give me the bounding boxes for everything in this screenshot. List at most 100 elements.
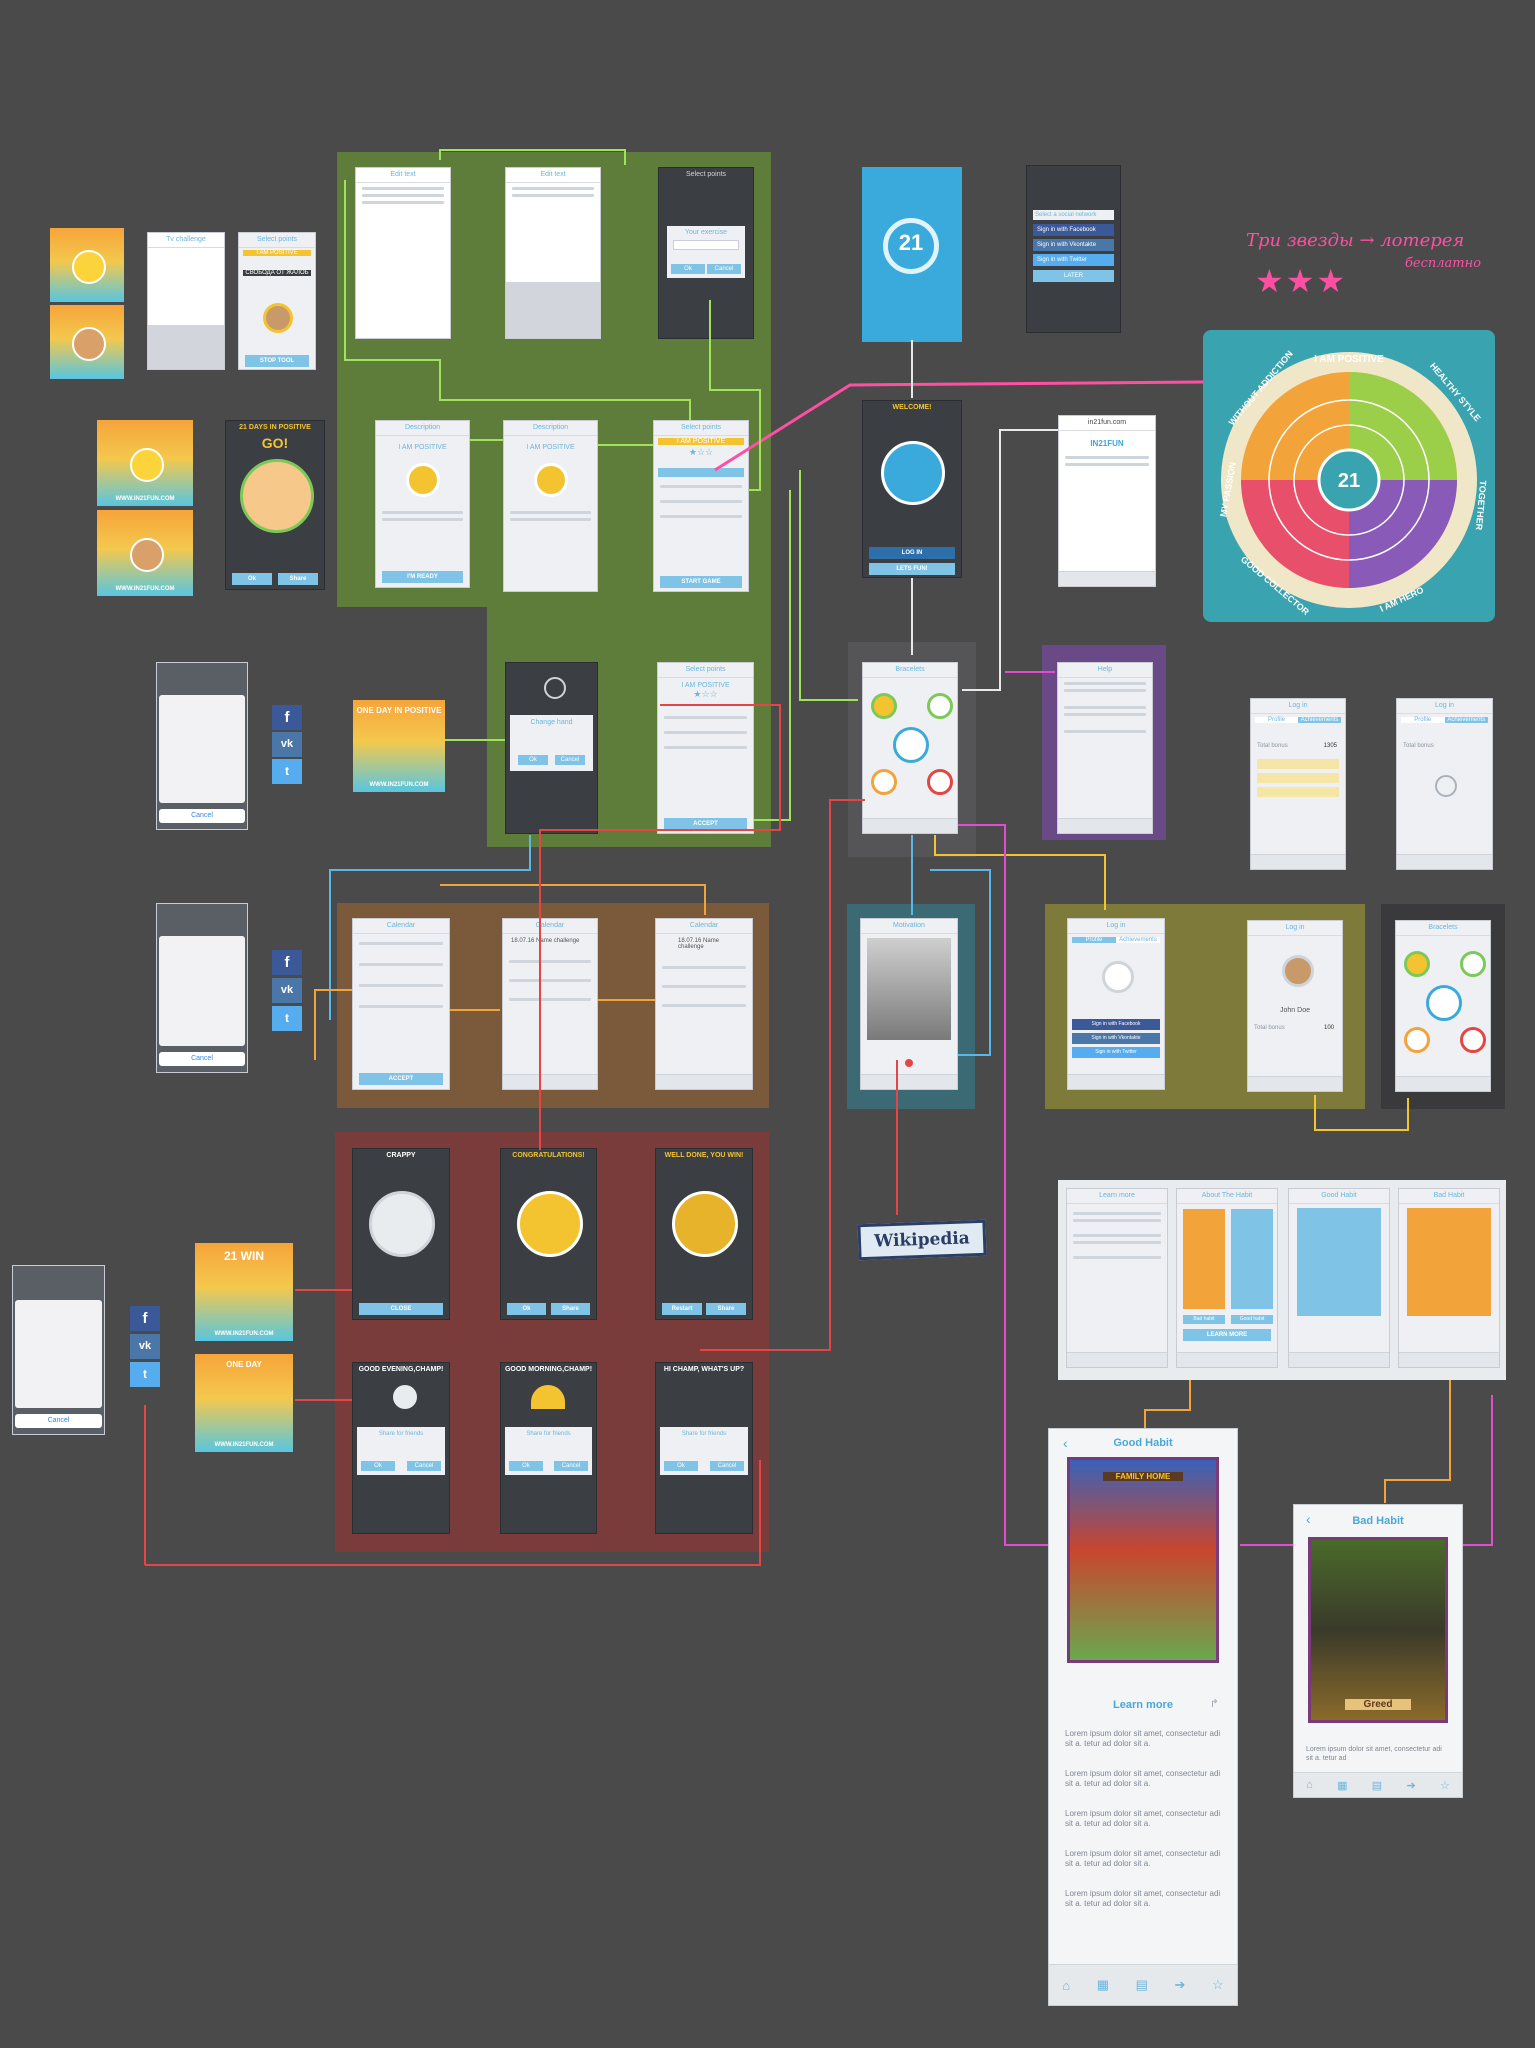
good-habit-tag[interactable]: Good habit [1231,1315,1273,1324]
profile-twitter[interactable]: Sign in with Twitter [1072,1047,1160,1058]
welldone-share[interactable]: Share [706,1303,746,1315]
learn-tabbar[interactable] [1067,1352,1167,1367]
help-tabbar[interactable] [1058,818,1152,833]
notes-icon[interactable]: ▤ [1372,1779,1382,1792]
change-hand-ok[interactable]: Ok [518,755,548,765]
bracelet-heart-icon[interactable] [1404,1027,1430,1053]
share-icon[interactable]: ↱ [1210,1697,1219,1710]
option-line[interactable] [660,500,742,503]
calendar-row[interactable] [359,984,443,987]
calendar-entry[interactable]: 18.07.16 Name challenge [511,938,589,944]
wikipedia-sticker[interactable]: Wikipedia [857,1219,987,1261]
calendar-row[interactable] [359,1005,443,1008]
login-icon[interactable]: ➔ [1406,1779,1415,1792]
good-habit-tabbar[interactable]: ⌂ ▦ ▤ ➔ ☆ [1049,1964,1237,2005]
twitter-icon[interactable]: t [130,1362,160,1387]
twitter-icon[interactable]: t [272,759,302,784]
about-tabbar[interactable] [1177,1352,1277,1367]
tab-profile[interactable]: Profile [1072,937,1116,943]
option-line[interactable] [660,515,742,518]
tab-profile[interactable]: Profile [1255,717,1298,723]
profile-facebook[interactable]: Sign in with Facebook [1072,1019,1160,1030]
home-icon[interactable]: ⌂ [1062,1978,1070,1993]
login-icon[interactable]: ➔ [1175,1977,1186,1993]
bad-small-tabbar[interactable] [1399,1352,1499,1367]
calendar-entry[interactable]: 18.07.16 Name challenge [678,938,744,950]
star-rating[interactable]: ★☆☆ [658,689,753,700]
calendar-tabbar[interactable] [503,1074,597,1089]
profile-user-tabbar[interactable] [1248,1076,1342,1091]
whatsup-ok[interactable]: Ok [664,1461,698,1471]
calendar-row[interactable] [509,979,591,982]
home-icon[interactable]: ⌂ [1306,1779,1313,1791]
crappy-close-button[interactable]: CLOSE [359,1303,443,1315]
tab-profile[interactable]: Profile [1401,717,1445,723]
facebook-icon[interactable]: f [272,705,302,730]
calendar-row[interactable] [662,966,746,969]
option-line[interactable] [660,485,742,488]
calendar-tabbar[interactable] [656,1074,752,1089]
profile-vk[interactable]: Sign in with Vkontakte [1072,1033,1160,1044]
bracelet-bad-icon[interactable] [1460,1027,1486,1053]
achievements-tabbar[interactable] [1251,854,1345,869]
welcome-login-button[interactable]: LOG IN [869,547,955,559]
keyboard[interactable] [506,282,600,338]
bracelet-heart-icon[interactable] [871,769,897,795]
share-cancel-button[interactable]: Cancel [159,809,245,823]
im-ready-button[interactable]: I'M READY [382,571,463,583]
calendar-accept-button[interactable]: ACCEPT [359,1073,443,1085]
calendar-row[interactable] [359,942,443,945]
option-line[interactable] [664,746,747,749]
evening-ok[interactable]: Ok [361,1461,395,1471]
twitter-icon[interactable]: t [272,1006,302,1031]
calendar-row[interactable] [662,1004,746,1007]
calendar-row[interactable] [509,960,591,963]
bracelets-center-circle[interactable] [893,727,929,763]
motivation-tabbar[interactable] [861,1074,957,1089]
days-positive-share[interactable]: Share [278,573,318,585]
bad-habit-tag[interactable]: Bad habit [1183,1315,1225,1324]
vk-icon[interactable]: vk [272,978,302,1003]
bracelet-healthy-icon[interactable] [1460,951,1486,977]
bracelets-center-circle[interactable] [1426,985,1462,1021]
social-login-twitter[interactable]: Sign in with Twitter [1033,254,1114,266]
bracelet-healthy-icon[interactable] [927,693,953,719]
calendar-icon[interactable]: ▦ [1097,1977,1109,1993]
bracelet-positive-icon[interactable] [871,693,897,719]
option-line[interactable] [664,716,747,719]
congrats-ok[interactable]: Ok [507,1303,546,1315]
share-cancel-button[interactable]: Cancel [159,1052,245,1066]
accept-button-select[interactable]: ACCEPT [664,818,747,830]
vk-icon[interactable]: vk [272,732,302,757]
tab-achievements[interactable]: Achievements [1116,937,1160,943]
keyboard[interactable] [148,325,224,369]
vk-icon[interactable]: vk [130,1334,160,1359]
calendar-row[interactable] [359,963,443,966]
days-positive-ok[interactable]: Ok [232,573,272,585]
social-login-facebook[interactable]: Sign in with Facebook [1033,224,1114,236]
exercise-cancel-button[interactable]: Cancel [707,264,741,274]
star-rating[interactable]: ★☆☆ [654,447,748,458]
empty-tabbar[interactable] [1397,854,1492,869]
exercise-ok-button[interactable]: Ok [671,264,705,274]
social-login-later-button[interactable]: LATER [1033,270,1114,282]
calendar-row[interactable] [662,985,746,988]
stop-tool-button[interactable]: STOP TOOL [245,355,309,367]
star-icon[interactable]: ☆ [1440,1779,1450,1792]
share-cancel-button[interactable]: Cancel [15,1414,102,1428]
change-hand-cancel[interactable]: Cancel [555,755,585,765]
evening-cancel[interactable]: Cancel [407,1461,441,1471]
bracelet-positive-icon[interactable] [1404,951,1430,977]
profile-tabbar[interactable] [1068,1074,1164,1089]
tab-achievements[interactable]: Achievements [1444,717,1488,723]
morning-cancel[interactable]: Cancel [554,1461,588,1471]
facebook-icon[interactable]: f [130,1306,160,1331]
welcome-lets-fun-button[interactable]: LETS FUN! [869,563,955,575]
congrats-share[interactable]: Share [551,1303,590,1315]
tab-achievements[interactable]: Achievements [1298,717,1341,723]
bracelets-tabbar[interactable] [863,818,957,833]
facebook-icon[interactable]: f [272,950,302,975]
welldone-restart[interactable]: Restart [662,1303,702,1315]
notes-icon[interactable]: ▤ [1136,1977,1148,1993]
bracelet-bad-icon[interactable] [927,769,953,795]
